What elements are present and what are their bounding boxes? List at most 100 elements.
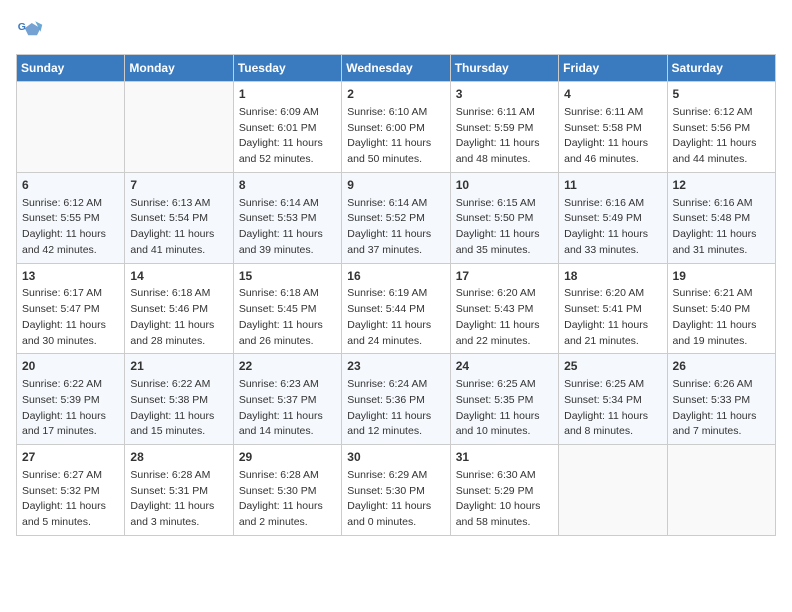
calendar-cell: 4 Sunrise: 6:11 AM Sunset: 5:58 PM Daylig…: [559, 82, 667, 173]
day-info: Sunrise: 6:17 AM Sunset: 5:47 PM Dayligh…: [22, 286, 119, 349]
day-info: Sunrise: 6:22 AM Sunset: 5:39 PM Dayligh…: [22, 377, 119, 440]
calendar-cell: 10 Sunrise: 6:15 AM Sunset: 5:50 PM Dayli…: [450, 172, 558, 263]
header-cell-thursday: Thursday: [450, 55, 558, 82]
day-info: Sunrise: 6:25 AM Sunset: 5:34 PM Dayligh…: [564, 377, 661, 440]
week-row-3: 20 Sunrise: 6:22 AM Sunset: 5:39 PM Dayli…: [17, 354, 776, 445]
day-info: Sunrise: 6:28 AM Sunset: 5:30 PM Dayligh…: [239, 468, 336, 531]
day-number: 31: [456, 449, 553, 466]
day-number: 7: [130, 177, 227, 194]
day-info: Sunrise: 6:16 AM Sunset: 5:49 PM Dayligh…: [564, 196, 661, 259]
day-number: 21: [130, 358, 227, 375]
day-number: 9: [347, 177, 444, 194]
header-row: SundayMondayTuesdayWednesdayThursdayFrid…: [17, 55, 776, 82]
day-number: 4: [564, 86, 661, 103]
day-number: 28: [130, 449, 227, 466]
calendar-cell: 29 Sunrise: 6:28 AM Sunset: 5:30 PM Dayli…: [233, 445, 341, 536]
calendar-table: SundayMondayTuesdayWednesdayThursdayFrid…: [16, 54, 776, 536]
calendar-cell: 13Sunrise: 6:17 AM Sunset: 5:47 PM Dayli…: [17, 263, 125, 354]
day-info: Sunrise: 6:18 AM Sunset: 5:45 PM Dayligh…: [239, 286, 336, 349]
calendar-cell: 27 Sunrise: 6:27 AM Sunset: 5:32 PM Dayli…: [17, 445, 125, 536]
week-row-1: 6 Sunrise: 6:12 AM Sunset: 5:55 PM Daylig…: [17, 172, 776, 263]
calendar-cell: 12Sunrise: 6:16 AM Sunset: 5:48 PM Dayli…: [667, 172, 775, 263]
week-row-0: 1 Sunrise: 6:09 AM Sunset: 6:01 PM Daylig…: [17, 82, 776, 173]
svg-text:G: G: [18, 21, 26, 33]
day-number: 29: [239, 449, 336, 466]
calendar-cell: 7Sunrise: 6:13 AM Sunset: 5:54 PM Daylig…: [125, 172, 233, 263]
day-number: 13: [22, 268, 119, 285]
day-number: 14: [130, 268, 227, 285]
header-cell-saturday: Saturday: [667, 55, 775, 82]
day-info: Sunrise: 6:12 AM Sunset: 5:56 PM Dayligh…: [673, 105, 770, 168]
day-number: 22: [239, 358, 336, 375]
day-info: Sunrise: 6:11 AM Sunset: 5:58 PM Dayligh…: [564, 105, 661, 168]
day-info: Sunrise: 6:24 AM Sunset: 5:36 PM Dayligh…: [347, 377, 444, 440]
calendar-cell: 6 Sunrise: 6:12 AM Sunset: 5:55 PM Daylig…: [17, 172, 125, 263]
day-info: Sunrise: 6:29 AM Sunset: 5:30 PM Dayligh…: [347, 468, 444, 531]
day-number: 19: [673, 268, 770, 285]
day-info: Sunrise: 6:14 AM Sunset: 5:53 PM Dayligh…: [239, 196, 336, 259]
calendar-cell: 26Sunrise: 6:26 AM Sunset: 5:33 PM Dayli…: [667, 354, 775, 445]
calendar-cell: 19Sunrise: 6:21 AM Sunset: 5:40 PM Dayli…: [667, 263, 775, 354]
day-number: 26: [673, 358, 770, 375]
day-number: 20: [22, 358, 119, 375]
calendar-cell: 16Sunrise: 6:19 AM Sunset: 5:44 PM Dayli…: [342, 263, 450, 354]
day-info: Sunrise: 6:23 AM Sunset: 5:37 PM Dayligh…: [239, 377, 336, 440]
day-info: Sunrise: 6:12 AM Sunset: 5:55 PM Dayligh…: [22, 196, 119, 259]
logo-icon: G: [16, 16, 44, 44]
header-cell-wednesday: Wednesday: [342, 55, 450, 82]
day-info: Sunrise: 6:10 AM Sunset: 6:00 PM Dayligh…: [347, 105, 444, 168]
day-info: Sunrise: 6:11 AM Sunset: 5:59 PM Dayligh…: [456, 105, 553, 168]
calendar-cell: 23Sunrise: 6:24 AM Sunset: 5:36 PM Dayli…: [342, 354, 450, 445]
calendar-cell: [17, 82, 125, 173]
day-number: 15: [239, 268, 336, 285]
header-cell-monday: Monday: [125, 55, 233, 82]
calendar-cell: 3 Sunrise: 6:11 AM Sunset: 5:59 PM Daylig…: [450, 82, 558, 173]
calendar-cell: 15Sunrise: 6:18 AM Sunset: 5:45 PM Dayli…: [233, 263, 341, 354]
calendar-cell: 21Sunrise: 6:22 AM Sunset: 5:38 PM Dayli…: [125, 354, 233, 445]
calendar-cell: 9 Sunrise: 6:14 AM Sunset: 5:52 PM Daylig…: [342, 172, 450, 263]
calendar-cell: 28 Sunrise: 6:28 AM Sunset: 5:31 PM Dayli…: [125, 445, 233, 536]
day-info: Sunrise: 6:18 AM Sunset: 5:46 PM Dayligh…: [130, 286, 227, 349]
day-number: 12: [673, 177, 770, 194]
calendar-cell: [667, 445, 775, 536]
day-info: Sunrise: 6:30 AM Sunset: 5:29 PM Dayligh…: [456, 468, 553, 531]
day-number: 10: [456, 177, 553, 194]
calendar-cell: 5 Sunrise: 6:12 AM Sunset: 5:56 PM Daylig…: [667, 82, 775, 173]
day-number: 27: [22, 449, 119, 466]
day-number: 5: [673, 86, 770, 103]
calendar-header: SundayMondayTuesdayWednesdayThursdayFrid…: [17, 55, 776, 82]
day-info: Sunrise: 6:14 AM Sunset: 5:52 PM Dayligh…: [347, 196, 444, 259]
page-header: G: [16, 16, 776, 44]
day-number: 17: [456, 268, 553, 285]
header-cell-tuesday: Tuesday: [233, 55, 341, 82]
logo: G: [16, 16, 48, 44]
calendar-cell: 1 Sunrise: 6:09 AM Sunset: 6:01 PM Daylig…: [233, 82, 341, 173]
day-info: Sunrise: 6:15 AM Sunset: 5:50 PM Dayligh…: [456, 196, 553, 259]
day-info: Sunrise: 6:09 AM Sunset: 6:01 PM Dayligh…: [239, 105, 336, 168]
day-info: Sunrise: 6:28 AM Sunset: 5:31 PM Dayligh…: [130, 468, 227, 531]
day-number: 30: [347, 449, 444, 466]
calendar-cell: 11Sunrise: 6:16 AM Sunset: 5:49 PM Dayli…: [559, 172, 667, 263]
day-number: 18: [564, 268, 661, 285]
day-info: Sunrise: 6:21 AM Sunset: 5:40 PM Dayligh…: [673, 286, 770, 349]
day-number: 8: [239, 177, 336, 194]
calendar-body: 1 Sunrise: 6:09 AM Sunset: 6:01 PM Daylig…: [17, 82, 776, 536]
day-info: Sunrise: 6:20 AM Sunset: 5:41 PM Dayligh…: [564, 286, 661, 349]
day-number: 1: [239, 86, 336, 103]
day-number: 3: [456, 86, 553, 103]
day-number: 6: [22, 177, 119, 194]
day-info: Sunrise: 6:27 AM Sunset: 5:32 PM Dayligh…: [22, 468, 119, 531]
calendar-cell: 31 Sunrise: 6:30 AM Sunset: 5:29 PM Dayli…: [450, 445, 558, 536]
header-cell-sunday: Sunday: [17, 55, 125, 82]
day-number: 16: [347, 268, 444, 285]
calendar-cell: 30 Sunrise: 6:29 AM Sunset: 5:30 PM Dayli…: [342, 445, 450, 536]
day-number: 24: [456, 358, 553, 375]
header-cell-friday: Friday: [559, 55, 667, 82]
day-number: 2: [347, 86, 444, 103]
week-row-2: 13Sunrise: 6:17 AM Sunset: 5:47 PM Dayli…: [17, 263, 776, 354]
calendar-cell: 8 Sunrise: 6:14 AM Sunset: 5:53 PM Daylig…: [233, 172, 341, 263]
calendar-cell: 14Sunrise: 6:18 AM Sunset: 5:46 PM Dayli…: [125, 263, 233, 354]
calendar-cell: [559, 445, 667, 536]
calendar-cell: 2 Sunrise: 6:10 AM Sunset: 6:00 PM Daylig…: [342, 82, 450, 173]
day-number: 25: [564, 358, 661, 375]
